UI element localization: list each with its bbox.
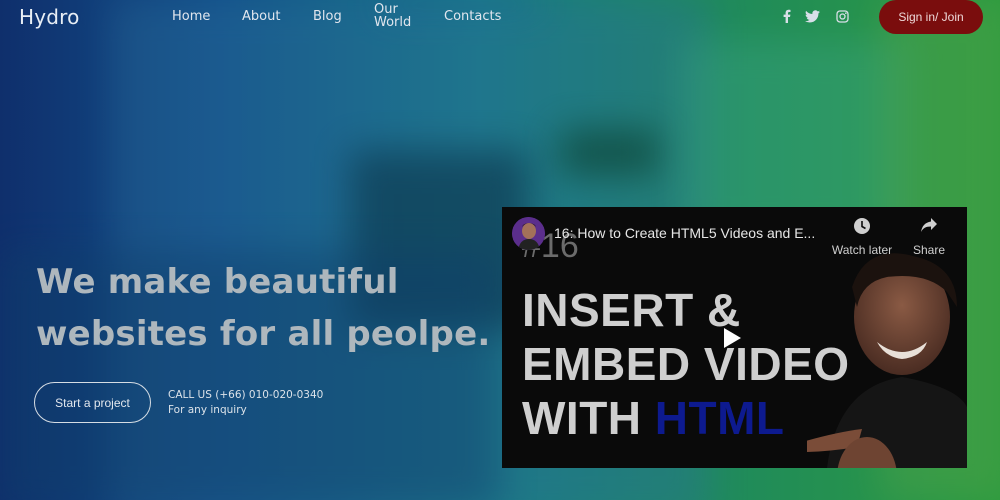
sign-in-button[interactable]: Sign in/ Join (879, 0, 983, 34)
instagram-icon[interactable] (834, 8, 850, 24)
call-info: CALL US (+66) 010-020-0340 For any inqui… (168, 388, 323, 418)
share-label: Share (912, 243, 946, 257)
site-logo[interactable]: Hydro (19, 5, 80, 29)
facebook-icon[interactable] (778, 8, 794, 24)
nav-our-world[interactable]: Our World (374, 3, 424, 29)
video-title[interactable]: 16: How to Create HTML5 Videos and E... (554, 225, 834, 241)
watch-later-label: Watch later (831, 243, 893, 257)
video-thumb-line-1: INSERT & (522, 284, 741, 336)
watch-later-button[interactable]: Watch later (827, 217, 897, 257)
clock-icon (827, 217, 897, 239)
twitter-icon[interactable] (804, 8, 820, 24)
start-project-button[interactable]: Start a project (34, 382, 151, 423)
nav-contacts[interactable]: Contacts (444, 10, 501, 23)
nav-about[interactable]: About (242, 10, 280, 23)
video-thumb-line-3-prefix: WITH (522, 392, 642, 444)
play-icon[interactable] (722, 327, 742, 349)
hero-title-line-2: websites for all peolpe. (36, 314, 491, 354)
share-icon (894, 217, 964, 239)
call-phone: CALL US (+66) 010-020-0340 (168, 389, 324, 401)
channel-avatar[interactable] (512, 217, 545, 250)
hero-title-line-1: We make beautiful (36, 262, 399, 302)
nav-home[interactable]: Home (172, 10, 210, 23)
hero-title: We make beautiful websites for all peolp… (36, 256, 496, 360)
video-thumb-line-2: EMBED VIDEO (522, 338, 850, 390)
call-subtext: For any inquiry (168, 404, 247, 416)
embedded-video[interactable]: #16 INSERT & EMBED VIDEO WITH HTML 16: H… (502, 207, 967, 468)
share-button[interactable]: Share (894, 217, 964, 257)
nav-blog[interactable]: Blog (313, 10, 342, 23)
video-thumb-line-3-highlight: HTML (654, 392, 785, 444)
video-thumb-line-3: WITH HTML (522, 391, 785, 445)
